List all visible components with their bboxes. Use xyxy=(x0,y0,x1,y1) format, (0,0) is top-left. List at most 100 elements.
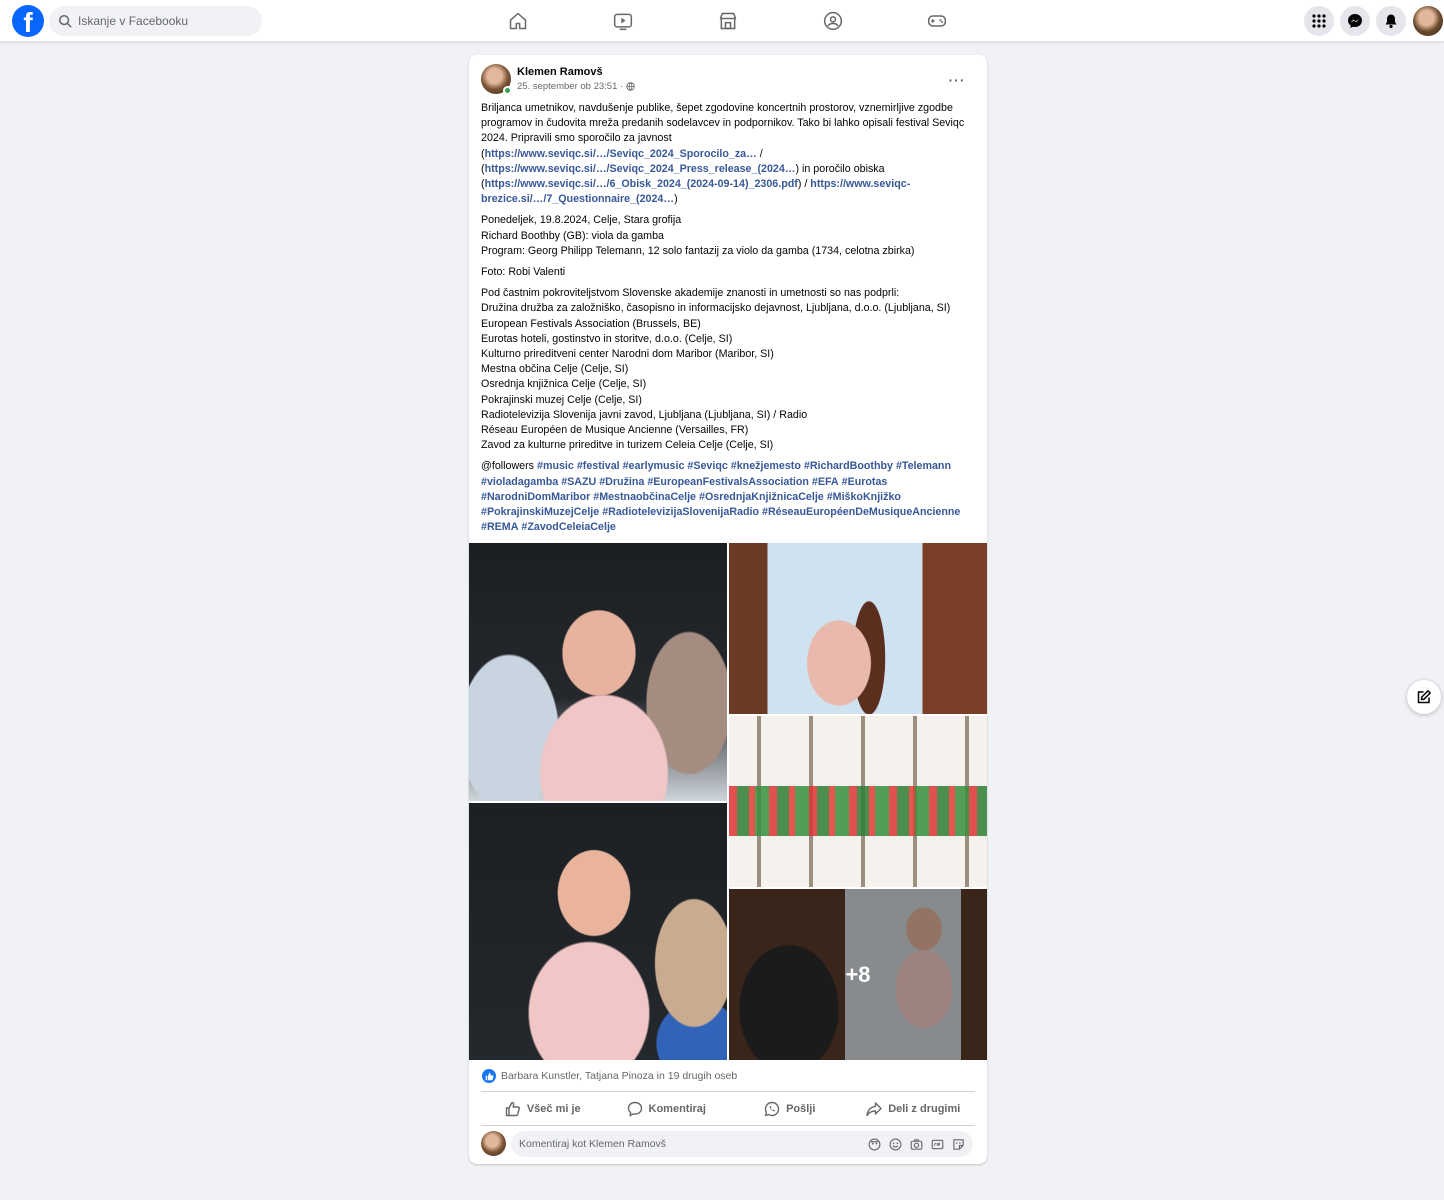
profile-avatar[interactable] xyxy=(1413,6,1443,36)
hashtag[interactable]: #NarodniDomMaribor xyxy=(481,491,590,503)
more-options-button[interactable]: ··· xyxy=(947,70,967,90)
like-reaction-icon xyxy=(482,1069,496,1083)
comment-icon xyxy=(627,1101,642,1117)
search-bar[interactable] xyxy=(49,6,262,36)
camera-icon[interactable] xyxy=(909,1137,923,1151)
hashtag[interactable]: #PokrajinskiMuzejCelje xyxy=(481,506,599,518)
post-meta: 25. september ob 23:51 · xyxy=(517,81,635,92)
post-photo[interactable]: +8 xyxy=(729,889,987,1060)
facebook-logo[interactable]: f xyxy=(12,5,44,37)
post-photo[interactable] xyxy=(729,716,987,887)
post-timestamp[interactable]: 25. september ob 23:51 · xyxy=(517,81,623,92)
author-name[interactable]: Klemen Ramovš xyxy=(517,66,603,78)
hashtag[interactable]: #EuropeanFestivalsAssociation xyxy=(647,476,809,488)
link-press-release[interactable]: https://www.seviqc.si/…/Seviqc_2024_Pres… xyxy=(485,163,796,175)
photo-credit: Foto: Robi Valenti xyxy=(481,266,566,279)
hashtag[interactable]: #earlymusic xyxy=(623,460,685,472)
online-status-dot xyxy=(503,86,512,95)
hashtag[interactable]: #Družina xyxy=(599,476,644,488)
hashtag[interactable]: #MestnaobčinaCelje xyxy=(593,491,696,503)
sponsor-line: Réseau Européen de Musique Ancienne (Ver… xyxy=(481,424,749,437)
separator: / xyxy=(756,147,763,160)
hashtag[interactable]: #SAZU xyxy=(561,476,596,488)
sponsor-line: Družina družba za založniško, časopisno … xyxy=(481,302,951,315)
search-input[interactable] xyxy=(78,14,248,28)
messenger-icon xyxy=(1348,14,1362,28)
post-card: Klemen Ramovš 25. september ob 23:51 · ·… xyxy=(469,55,987,1164)
intro-text: Briljanca umetnikov, navdušenje publike,… xyxy=(481,102,965,145)
hashtag[interactable]: #Telemann xyxy=(896,460,951,472)
groups-icon[interactable] xyxy=(822,10,844,32)
avatar-sticker-icon[interactable] xyxy=(867,1137,881,1151)
hashtag[interactable]: #music xyxy=(537,460,574,472)
hashtag[interactable]: #Eurotas xyxy=(842,476,888,488)
intro-mid-text: ) in poročilo obiska xyxy=(795,162,885,175)
post-text: Briljanca umetnikov, navdušenje publike,… xyxy=(481,101,977,541)
share-button[interactable]: Deli z drugimi xyxy=(852,1095,976,1123)
sponsor-line: Mestna občina Celje (Celje, SI) xyxy=(481,363,629,376)
hashtag[interactable]: #knežjemesto xyxy=(731,460,801,472)
post-photo[interactable] xyxy=(469,543,727,801)
hashtag[interactable]: #REMA xyxy=(481,521,518,533)
followers-mention[interactable]: @followers xyxy=(481,460,534,472)
comment-label: Komentiraj xyxy=(648,1103,706,1115)
comment-composer xyxy=(481,1131,975,1157)
sponsor-line: European Festivals Association (Brussels… xyxy=(481,317,701,330)
sponsor-line: Pod častnim pokroviteljstvom Slovenske a… xyxy=(481,287,900,300)
reactions-summary[interactable]: Barbara Kunstler, Tatjana Pinoza in 19 d… xyxy=(482,1069,737,1083)
sponsor-line: Radiotelevizija Slovenija javni zavod, L… xyxy=(481,408,808,421)
whatsapp-icon xyxy=(764,1101,780,1117)
globe-icon xyxy=(626,82,635,91)
hashtag[interactable]: #RadiotelevizijaSlovenijaRadio xyxy=(602,506,759,518)
marketplace-icon[interactable] xyxy=(717,10,739,32)
messenger-button[interactable] xyxy=(1340,6,1370,36)
hashtag[interactable]: #RichardBoothby xyxy=(804,460,893,472)
bell-icon xyxy=(1385,14,1397,29)
hashtag[interactable]: #RéseauEuropéenDeMusiqueAncienne xyxy=(762,506,960,518)
hashtag[interactable]: #EFA xyxy=(812,476,839,488)
share-icon xyxy=(866,1102,882,1117)
hashtag[interactable]: #ZavodCeleiaCelje xyxy=(521,521,615,533)
search-icon xyxy=(58,14,72,28)
hashtag[interactable]: #violadagamba xyxy=(481,476,558,488)
comment-box[interactable] xyxy=(511,1131,973,1157)
gaming-icon[interactable] xyxy=(926,10,948,32)
send-button[interactable]: Pošlji xyxy=(728,1095,852,1123)
sponsors-list: Pod častnim pokroviteljstvom Slovenske a… xyxy=(481,286,977,453)
gif-icon[interactable] xyxy=(930,1137,944,1151)
hashtag[interactable]: #festival xyxy=(577,460,620,472)
divider xyxy=(481,1125,975,1126)
comment-button[interactable]: Komentiraj xyxy=(605,1095,729,1123)
menu-grid-icon xyxy=(1312,14,1326,28)
closing-paren: ) xyxy=(674,193,678,206)
link-obisk[interactable]: https://www.seviqc.si/…/6_Obisk_2024_(20… xyxy=(485,178,798,190)
like-label: Všeč mi je xyxy=(526,1103,581,1115)
hashtag[interactable]: #MiškoKnjižko xyxy=(827,491,901,503)
commenter-avatar[interactable] xyxy=(481,1131,506,1156)
photo-grid: +8 xyxy=(469,543,987,1060)
sticker-icon[interactable] xyxy=(951,1137,965,1151)
sponsor-line: Osrednja knjižnica Celje (Celje, SI) xyxy=(481,378,647,391)
concert-line: Program: Georg Philipp Telemann, 12 solo… xyxy=(481,244,915,257)
hashtag[interactable]: #Seviqc xyxy=(687,460,727,472)
home-icon[interactable] xyxy=(507,10,529,32)
thumbs-up-icon xyxy=(505,1101,520,1117)
reactions-text[interactable]: Barbara Kunstler, Tatjana Pinoza in 19 d… xyxy=(501,1070,737,1082)
post-photo[interactable] xyxy=(729,543,987,714)
like-button[interactable]: Všeč mi je xyxy=(481,1095,605,1123)
link-sporocilo[interactable]: https://www.seviqc.si/…/Seviqc_2024_Spor… xyxy=(485,148,757,160)
concert-info: Ponedeljek, 19.8.2024, Celje, Stara grof… xyxy=(481,213,977,259)
post-header: Klemen Ramovš 25. september ob 23:51 · ·… xyxy=(481,64,975,96)
notifications-button[interactable] xyxy=(1376,6,1406,36)
menu-grid-button[interactable] xyxy=(1304,6,1334,36)
separator: ) / xyxy=(797,178,811,191)
more-photos-overlay[interactable]: +8 xyxy=(729,889,987,1060)
post-photo[interactable] xyxy=(469,803,727,1060)
hashtag[interactable]: #OsrednjaKnjižnicaCelje xyxy=(699,491,824,503)
concert-line: Ponedeljek, 19.8.2024, Celje, Stara grof… xyxy=(481,214,682,227)
concert-line: Richard Boothby (GB): viola da gamba xyxy=(481,229,664,242)
comment-input[interactable] xyxy=(519,1138,859,1150)
video-icon[interactable] xyxy=(612,10,634,32)
emoji-icon[interactable] xyxy=(888,1137,902,1151)
new-message-button[interactable] xyxy=(1407,680,1441,714)
